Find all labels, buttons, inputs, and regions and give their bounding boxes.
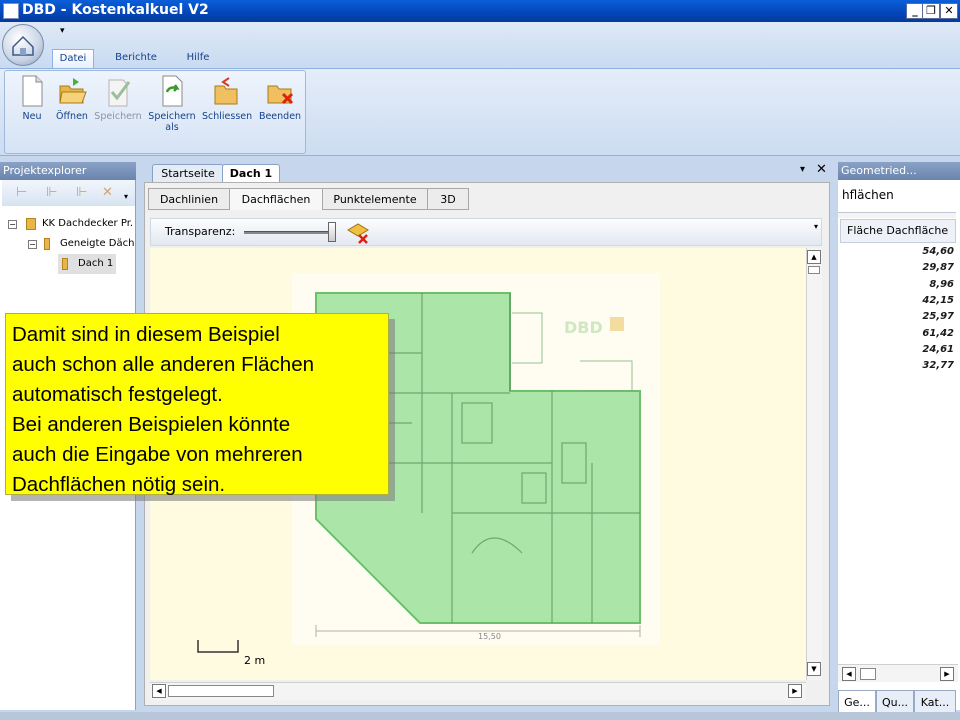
save-as-button-label: Speichern als [148,111,196,133]
plan-dimension: 15,50 [478,632,501,641]
callout-line: auch schon alle anderen Flächen [12,353,315,376]
exit-button-label: Beenden [258,111,302,122]
close-document-icon[interactable]: ✕ [816,162,827,177]
tab-datei[interactable]: Datei [52,49,94,68]
area-value: 61,42 [922,327,954,339]
add-folder-icon[interactable]: ⊢ [16,185,27,200]
callout-line: Dachflächen nötig sein. [12,473,226,496]
tree-item-dach1[interactable]: Dach 1 [78,258,113,269]
tab-hilfe[interactable]: Hilfe [178,49,218,68]
project-explorer-title: Projektexplorer [0,162,136,180]
svg-text:DBD: DBD [564,318,603,337]
new-button-label: Neu [22,111,42,122]
delete-icon[interactable]: ✕ [102,185,113,200]
scroll-right-icon[interactable]: ▶ [788,684,802,698]
geometry-divider [838,212,956,218]
geometry-panel-title: Geometried... [838,162,960,180]
app-icon [3,3,19,19]
scroll-down-icon[interactable]: ▼ [807,662,821,676]
area-value: 25,97 [922,311,954,323]
close-button-label: Schliessen [202,111,253,122]
horizontal-scroll-thumb[interactable] [168,685,274,697]
exit-button[interactable]: Beenden [256,74,304,122]
folder-icon [26,218,36,230]
area-value: 8,96 [929,278,954,290]
open-button-label: Öffnen [56,111,88,122]
open-folder-icon [59,78,87,104]
roof-icon [62,258,68,270]
scroll-up-icon[interactable]: ▲ [807,250,821,264]
subtab-dachflaechen[interactable]: Dachflächen [229,188,323,210]
transparency-slider-thumb[interactable] [328,222,336,242]
dbd-logo: DBD [564,317,624,337]
area-value: 54,60 [922,246,954,257]
clear-area-icon [347,223,369,244]
application-menu-button[interactable] [2,24,44,66]
tree-item-roofs[interactable]: Geneigte Däch [60,238,134,249]
area-value: 32,77 [922,360,954,372]
transparency-slider[interactable] [244,231,336,234]
status-strip [0,712,960,720]
subtab-punktelemente[interactable]: Punktelemente [322,188,428,210]
right-hscrollbar[interactable]: ◀ ▶ [838,664,958,682]
tree-collapse-icon[interactable]: − [28,240,37,249]
tab-dach1[interactable]: Dach 1 [222,164,280,182]
window-title: DBD - Kostenkalkuel V2 [22,2,209,18]
tab-list-dropdown-icon[interactable]: ▾ [800,164,805,175]
folder-icon [44,238,50,250]
open-button[interactable]: Öffnen [48,74,96,122]
close-button[interactable]: Schliessen [202,74,253,122]
tab-catalog[interactable]: Kat... [914,690,956,714]
toolbar-overflow-icon[interactable]: ▾ [124,192,128,201]
save-check-icon [108,79,131,107]
geometry-panel [838,162,960,710]
horizontal-scrollbar[interactable]: ◀ ▶ [150,682,806,700]
transparency-label: Transparenz: [165,225,236,238]
toolbar-overflow-icon[interactable]: ▾ [814,222,818,231]
house-icon [12,35,34,56]
callout-line: Bei anderen Beispielen könnte [12,413,291,436]
callout-line: Damit sind in diesem Beispiel [12,323,280,346]
area-value: 29,87 [922,262,954,274]
tree-collapse-icon[interactable]: − [8,220,17,229]
vertical-scroll-thumb[interactable] [808,266,820,274]
save-button[interactable]: Speichern [94,74,142,122]
tree-item-project[interactable]: KK Dachdecker Pr. [42,218,134,229]
restore-button[interactable]: ❐ [922,3,940,19]
save-as-button[interactable]: Speichern als [148,74,196,133]
scroll-right-icon[interactable]: ▶ [940,667,954,681]
close-window-button[interactable]: ✕ [940,3,958,19]
vertical-scrollbar[interactable]: ▲ ▼ [806,248,822,680]
explorer-toolbar: ⊢ ⊩ ⊩ ✕ ▾ [2,180,135,206]
copy-icon[interactable]: ⊩ [76,185,87,200]
scroll-left-icon[interactable]: ◀ [152,684,166,698]
scale-bar [197,640,239,653]
callout-line: automatisch festgelegt. [12,383,223,406]
quick-access-dropdown-icon[interactable]: ▾ [60,26,65,36]
exit-icon [267,85,294,105]
save-button-label: Speichern [94,111,142,122]
tab-berichte[interactable]: Berichte [110,49,162,68]
callout-line: auch die Eingabe von mehreren [12,443,303,466]
scale-label: 2 m [244,654,266,667]
scroll-left-icon[interactable]: ◀ [842,667,856,681]
tutorial-callout: Damit sind in diesem Beispiel auch schon… [5,313,389,496]
save-as-icon [162,75,183,107]
tab-quantities[interactable]: Qu... [876,690,914,714]
clear-area-button[interactable] [346,222,370,247]
right-scroll-thumb[interactable] [860,668,876,680]
close-folder-icon [214,77,238,105]
column-header[interactable]: Fläche Dachfläche [840,219,956,243]
surface-type-field[interactable]: hflächen [842,188,894,202]
new-document-icon [22,75,43,107]
tab-geometry[interactable]: Ge... [838,690,876,714]
subtab-dachlinien[interactable]: Dachlinien [148,188,230,210]
edit-icon[interactable]: ⊩ [46,185,57,200]
subtab-3d[interactable]: 3D [427,188,469,210]
area-value: 24,61 [922,343,954,355]
area-value: 42,15 [922,294,954,306]
tab-startseite[interactable]: Startseite [152,164,224,182]
